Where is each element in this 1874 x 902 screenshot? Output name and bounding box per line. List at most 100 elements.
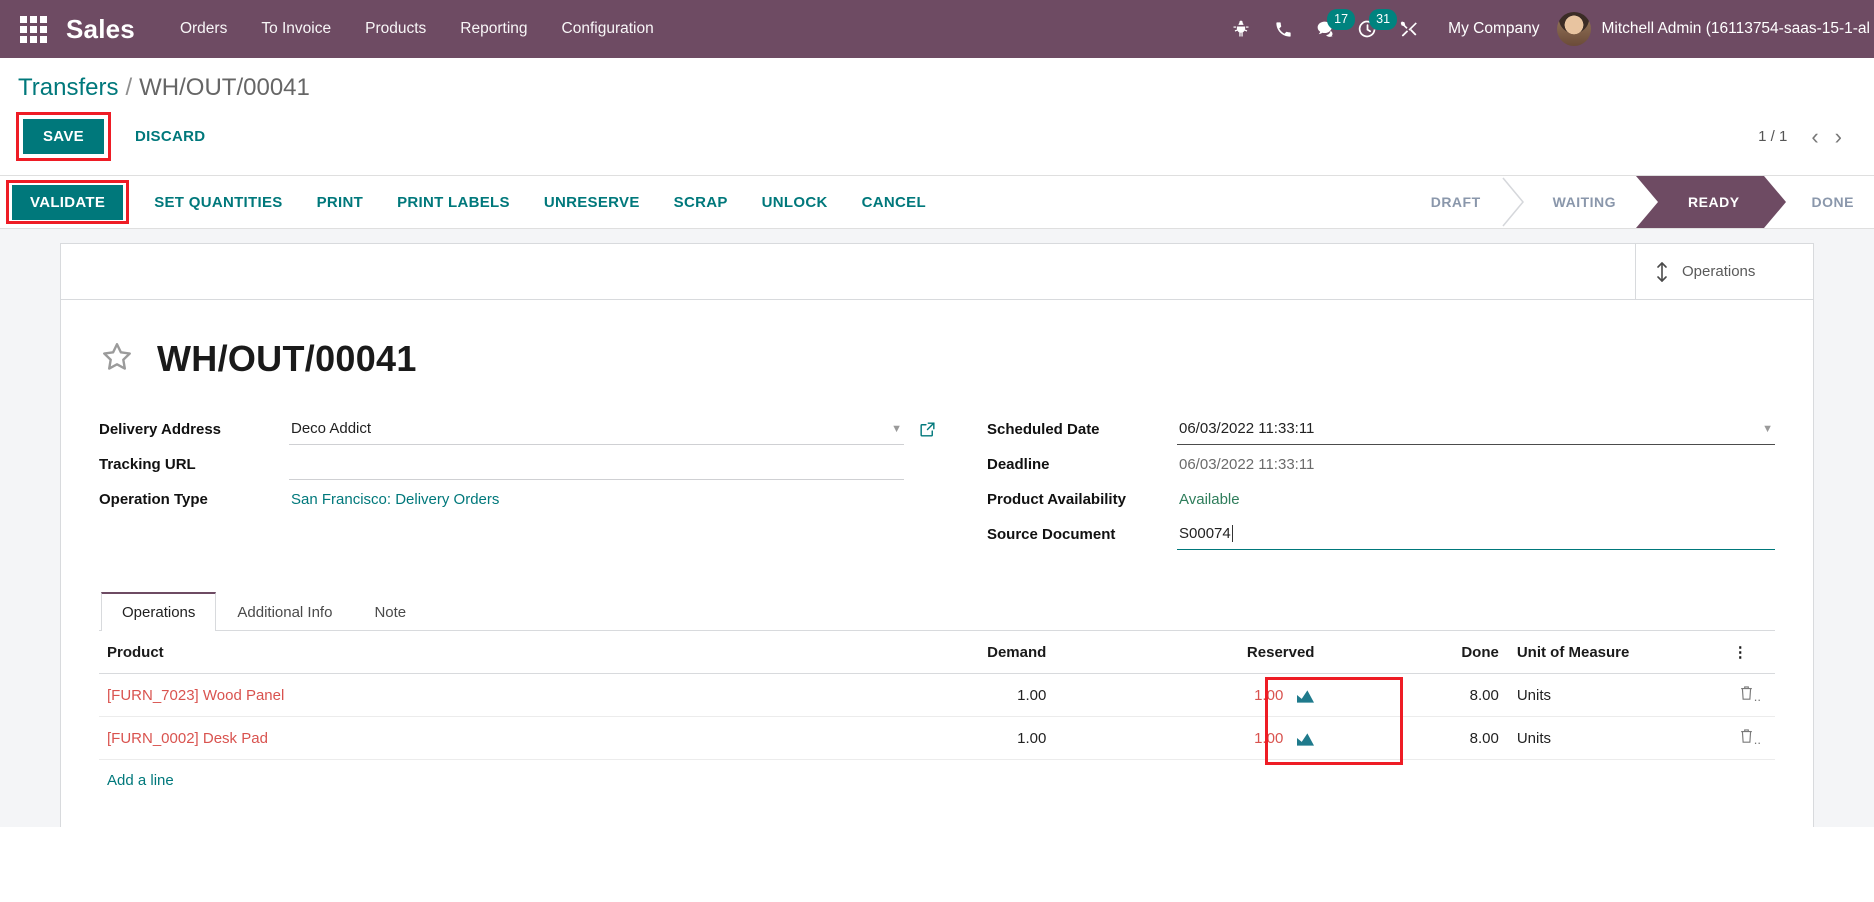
record-title-row: WH/OUT/00041 [99,338,1775,380]
status-waiting[interactable]: WAITING [1527,176,1636,228]
field-scheduled-date: Scheduled Date 06/03/2022 11:33:11 ▼ [987,412,1775,447]
status-arrow-1 [1501,176,1527,228]
column-unit-of-measure[interactable]: Unit of Measure [1506,631,1725,674]
column-demand[interactable]: Demand [836,631,1055,674]
menu-item-products[interactable]: Products [348,12,443,46]
messages-icon[interactable]: 17 [1304,0,1356,58]
unlock-button[interactable]: UNLOCK [745,176,845,228]
menu-item-to-invoice[interactable]: To Invoice [244,12,348,46]
scrap-button[interactable]: SCRAP [657,176,745,228]
notebook: Operations Additional Info Note Product … [99,592,1775,801]
status-arrow-2 [1636,176,1663,228]
statusbar: DRAFT WAITING READY DONE [1405,176,1874,228]
scheduled-date-value: 06/03/2022 11:33:11 [1179,420,1315,437]
cell-demand[interactable]: 1.00 [836,716,1055,760]
cell-uom[interactable]: Units [1506,716,1725,760]
delivery-address-input[interactable]: Deco Addict ▼ [289,415,904,445]
status-draft[interactable]: DRAFT [1405,176,1501,228]
company-switcher[interactable]: My Company [1430,20,1557,38]
main-menu: Orders To Invoice Products Reporting Con… [163,12,671,46]
activities-clock-icon[interactable]: 31 [1346,0,1398,58]
operation-type-value-wrap: San Francisco: Delivery Orders [289,485,904,515]
product-link[interactable]: [FURN_0002] Desk Pad [107,730,268,747]
chevron-down-icon-date[interactable]: ▼ [1754,423,1773,435]
table-header-row: Product Demand Reserved Done Unit of Mea… [99,631,1775,674]
arrows-vertical-icon [1654,261,1670,283]
field-label-deadline: Deadline [987,456,1050,473]
operation-type-link[interactable]: San Francisco: Delivery Orders [291,491,499,508]
cell-product: [FURN_0002] Desk Pad [99,716,837,760]
validate-button[interactable]: VALIDATE [12,184,124,220]
set-quantities-button[interactable]: SET QUANTITIES [137,176,299,228]
product-availability-value: Available [1179,490,1240,508]
cell-reserved[interactable]: 1.00 [1054,716,1323,760]
external-link-icon[interactable] [918,420,937,439]
field-label-tracking-url: Tracking URL [99,456,196,473]
table-row[interactable]: [FURN_0002] Desk Pad 1.00 1.00 8.00 Unit… [99,716,1775,760]
bug-icon[interactable] [1220,0,1262,58]
menu-item-reporting[interactable]: Reporting [443,12,544,46]
user-name-label: Mitchell Admin (16113754-saas-15-1-al [1601,20,1870,37]
chart-area-icon[interactable] [1297,732,1315,746]
deadline-value-wrap: 06/03/2022 11:33:11 [1177,450,1775,480]
chevron-left-icon[interactable]: ‹ [1803,125,1826,148]
cell-product: [FURN_7023] Wood Panel [99,673,837,717]
smart-button-label: Operations [1682,263,1756,280]
scheduled-date-input[interactable]: 06/03/2022 11:33:11 ▼ [1177,415,1775,445]
trash-icon[interactable]: .. [1739,729,1761,748]
tools-icon[interactable] [1388,0,1430,58]
save-button[interactable]: SAVE [23,119,104,154]
tracking-url-input[interactable] [289,450,904,480]
tab-operations[interactable]: Operations [101,592,217,631]
print-button[interactable]: PRINT [300,176,381,228]
operations-table: Product Demand Reserved Done Unit of Mea… [99,631,1775,760]
cancel-button[interactable]: CANCEL [845,176,943,228]
field-label-delivery-address: Delivery Address [99,421,222,438]
chevron-down-icon[interactable]: ▼ [883,423,902,435]
app-brand-sales[interactable]: Sales [66,14,135,45]
product-link[interactable]: [FURN_7023] Wood Panel [107,687,284,704]
status-done[interactable]: DONE [1786,176,1874,228]
table-row[interactable]: [FURN_7023] Wood Panel 1.00 1.00 8.00 Un… [99,673,1775,717]
unreserve-button[interactable]: UNRESERVE [527,176,657,228]
field-deadline: Deadline 06/03/2022 11:33:11 [987,447,1775,482]
optional-columns-toggle[interactable]: ⋮ [1724,631,1775,674]
chevron-right-icon[interactable]: › [1827,125,1850,148]
phone-icon[interactable] [1262,0,1304,58]
form-column-right: Scheduled Date 06/03/2022 11:33:11 ▼ Dea… [937,412,1775,552]
delete-row-button[interactable]: .. [1724,673,1775,717]
trash-icon[interactable]: .. [1739,686,1761,705]
cell-demand[interactable]: 1.00 [836,673,1055,717]
star-outline-icon[interactable] [99,339,135,380]
column-done[interactable]: Done [1322,631,1507,674]
menu-item-orders[interactable]: Orders [163,12,244,46]
text-caret [1231,525,1233,542]
operations-table-wrap: Product Demand Reserved Done Unit of Mea… [99,631,1775,765]
column-reserved[interactable]: Reserved [1054,631,1323,674]
print-labels-button[interactable]: PRINT LABELS [380,176,527,228]
field-source-document: Source Document S00074 [987,517,1775,552]
status-ready-wrap: READY [1636,176,1786,228]
column-product[interactable]: Product [99,631,837,674]
source-document-input[interactable]: S00074 [1177,520,1775,550]
cell-reserved[interactable]: 1.00 [1054,673,1323,717]
status-arrow-3 [1759,176,1786,228]
delete-row-button[interactable]: .. [1724,716,1775,760]
chart-area-icon[interactable] [1297,689,1315,703]
tab-note[interactable]: Note [353,592,427,631]
cell-uom[interactable]: Units [1506,673,1725,717]
cell-done[interactable]: 8.00 [1322,673,1507,717]
menu-item-configuration[interactable]: Configuration [545,12,671,46]
add-a-line-button[interactable]: Add a line [99,760,182,801]
apps-grid-icon[interactable] [14,10,52,48]
cell-done[interactable]: 8.00 [1322,716,1507,760]
status-ready[interactable]: READY [1662,176,1760,228]
field-label-scheduled-date: Scheduled Date [987,421,1100,438]
discard-button[interactable]: DISCARD [121,119,219,154]
user-menu[interactable]: Mitchell Admin (16113754-saas-15-1-al [1557,12,1874,46]
smart-button-operations[interactable]: Operations [1635,244,1813,299]
tab-additional-info[interactable]: Additional Info [216,592,353,631]
breadcrumb-root-transfers[interactable]: Transfers [18,74,118,102]
field-tracking-url: Tracking URL [99,447,937,482]
breadcrumb: Transfers / WH/OUT/00041 [0,58,1874,106]
